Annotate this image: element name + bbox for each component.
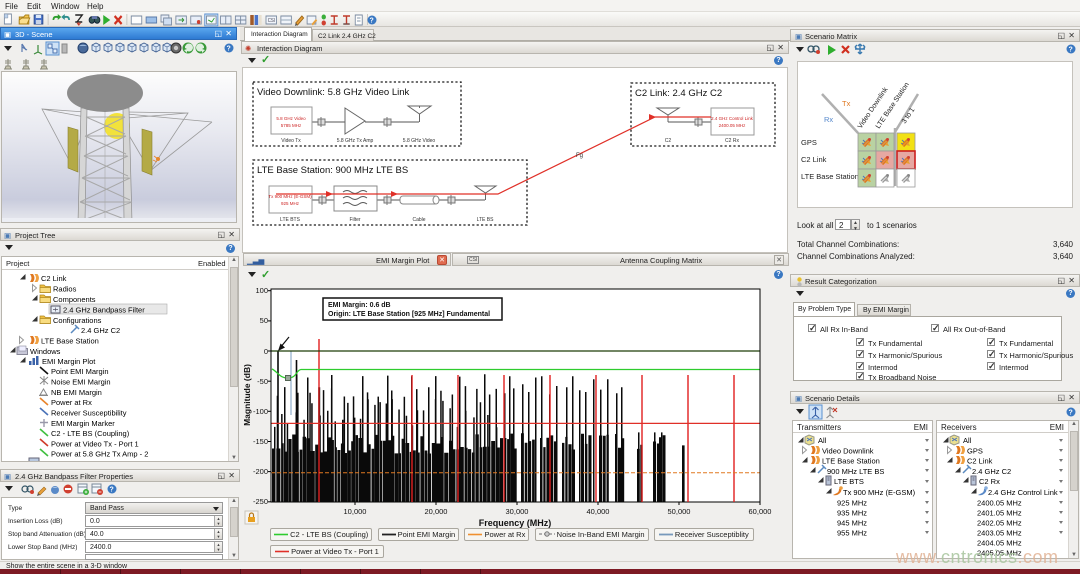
svg-text:C2: C2: [665, 138, 672, 144]
svg-text:2402.05 MHz: 2402.05 MHz: [977, 519, 1022, 528]
svg-text:2.4 GHz C2: 2.4 GHz C2: [81, 326, 120, 335]
svg-text:-200: -200: [253, 467, 268, 476]
svg-text:925 MHz: 925 MHz: [837, 499, 867, 508]
svg-text:Video Downlink: 5.8 GHz Video: Video Downlink: 5.8 GHz Video Link: [257, 87, 410, 98]
svg-text:40,000: 40,000: [587, 507, 610, 516]
svg-text:C2 Link: C2 Link: [801, 155, 827, 164]
svg-text:LTE Base Station: LTE Base Station: [822, 457, 880, 466]
svg-text:2.4 GHz Control Link: 2.4 GHz Control Link: [711, 116, 754, 121]
svg-text:?: ?: [1069, 47, 1073, 54]
svg-text:2401.05 MHz: 2401.05 MHz: [977, 509, 1022, 518]
svg-text:Tx 900 MHz (E-GSM): Tx 900 MHz (E-GSM): [268, 194, 312, 199]
svg-text:5.8 GHz Video: 5.8 GHz Video: [276, 116, 306, 121]
svg-text:3D - Scene: 3D - Scene: [42, 459, 80, 462]
svg-text:LTE BTS: LTE BTS: [280, 217, 301, 223]
svg-text:Video Tx: Video Tx: [281, 138, 301, 144]
svg-text:Tx 900 MHz (E-GSM): Tx 900 MHz (E-GSM): [843, 488, 916, 497]
svg-text:Windows: Windows: [30, 347, 61, 356]
svg-text:955 MHz: 955 MHz: [837, 529, 867, 538]
svg-text:5785 MHz: 5785 MHz: [281, 123, 302, 128]
svg-text:LTE Base Station: LTE Base Station: [801, 172, 859, 181]
svg-text:925 MHz: 925 MHz: [281, 201, 300, 206]
svg-text:935 MHz: 935 MHz: [837, 509, 867, 518]
svg-text:5.8 GHz Tx Amp: 5.8 GHz Tx Amp: [337, 138, 374, 144]
svg-text:EMI Margin Marker: EMI Margin Marker: [51, 419, 115, 428]
svg-text:2.4 GHz Control Link: 2.4 GHz Control Link: [988, 488, 1058, 497]
svg-text:?: ?: [1069, 410, 1073, 417]
svg-text:-50: -50: [257, 377, 268, 386]
svg-text:Rx: Rx: [824, 115, 833, 124]
svg-text:945 MHz: 945 MHz: [837, 519, 867, 528]
svg-text:EMI Margin: 0.6 dB: EMI Margin: 0.6 dB: [328, 302, 391, 309]
svg-text:2.4 GHz Bandpass Filter: 2.4 GHz Bandpass Filter: [63, 306, 145, 315]
svg-text:Power at Video Tx - Port 1: Power at Video Tx - Port 1: [51, 440, 139, 449]
svg-text:50: 50: [260, 316, 268, 325]
svg-text:0: 0: [264, 347, 268, 356]
svg-text:60,000: 60,000: [749, 507, 772, 516]
svg-text:30,000: 30,000: [506, 507, 529, 516]
svg-text:C2 Rx: C2 Rx: [725, 138, 739, 144]
svg-text:Filter: Filter: [349, 217, 360, 223]
svg-text:-250: -250: [253, 497, 268, 506]
svg-text:Magnitude (dB): Magnitude (dB): [242, 364, 252, 426]
svg-text:GPS: GPS: [801, 138, 817, 147]
svg-text:Radios: Radios: [53, 285, 77, 294]
svg-text:All: All: [963, 436, 972, 445]
svg-text:Power at Rx: Power at Rx: [51, 398, 92, 407]
svg-text:GPS: GPS: [967, 447, 983, 456]
svg-text:3 to 1: 3 to 1: [901, 107, 917, 126]
svg-text:2400.05 MHz: 2400.05 MHz: [977, 499, 1022, 508]
svg-text:-150: -150: [253, 437, 268, 446]
svg-text:Tx: Tx: [842, 99, 851, 108]
svg-text:Point EMI Margin: Point EMI Margin: [51, 367, 109, 376]
svg-text:LTE Base Station: LTE Base Station: [41, 337, 99, 346]
svg-text:Configurations: Configurations: [53, 316, 102, 325]
svg-text:Noise EMI Margin: Noise EMI Margin: [51, 378, 111, 387]
svg-text:All: All: [818, 436, 827, 445]
svg-text:900 MHz LTE BS: 900 MHz LTE BS: [827, 467, 884, 476]
svg-text:C2 - LTE BS (Coupling): C2 - LTE BS (Coupling): [51, 429, 130, 438]
svg-text:C2 Rx: C2 Rx: [979, 477, 1000, 486]
svg-text:CSI: CSI: [268, 18, 275, 23]
svg-text:Power at 5.8 GHz Tx Amp - 2: Power at 5.8 GHz Tx Amp - 2: [51, 450, 148, 459]
svg-text:NB EMI Margin: NB EMI Margin: [51, 388, 102, 397]
svg-text:100: 100: [255, 286, 268, 295]
svg-text:?: ?: [110, 487, 114, 494]
svg-text:Fg: Fg: [576, 153, 583, 159]
svg-text:Frequency (MHz): Frequency (MHz): [479, 518, 552, 528]
svg-text:2403.05 MHz: 2403.05 MHz: [977, 529, 1022, 538]
svg-text:Receiver Susceptibility: Receiver Susceptibility: [51, 409, 127, 418]
svg-text:10,000: 10,000: [344, 507, 367, 516]
svg-text:LTE Base Station: 900 MHz LTE: LTE Base Station: 900 MHz LTE BS: [257, 165, 408, 176]
svg-text:50,000: 50,000: [668, 507, 691, 516]
svg-text:EMI Margin Plot: EMI Margin Plot: [42, 357, 96, 366]
svg-text:Components: Components: [53, 295, 96, 304]
svg-text:?: ?: [227, 46, 231, 53]
svg-text:LTE BS: LTE BS: [477, 217, 495, 223]
svg-text:Cable: Cable: [412, 217, 425, 223]
svg-text:C2 Link: C2 Link: [41, 274, 67, 283]
svg-text:Video Downlink: Video Downlink: [822, 447, 874, 456]
svg-text:LTE BTS: LTE BTS: [834, 477, 864, 486]
svg-text:-100: -100: [253, 407, 268, 416]
svg-text:5.8 GHz Video: 5.8 GHz Video: [403, 138, 436, 144]
svg-text:?: ?: [370, 18, 374, 25]
svg-text:Origin: LTE Base Station [925: Origin: LTE Base Station [925 MHz] Funda…: [328, 311, 490, 318]
svg-text:20,000: 20,000: [425, 507, 448, 516]
svg-text:C2 Link: 2.4 GHz C2: C2 Link: 2.4 GHz C2: [635, 88, 722, 99]
svg-text:2400.05 MHz: 2400.05 MHz: [719, 123, 747, 128]
svg-text:2.4 GHz C2: 2.4 GHz C2: [972, 467, 1011, 476]
svg-text:C2 Link: C2 Link: [967, 457, 993, 466]
